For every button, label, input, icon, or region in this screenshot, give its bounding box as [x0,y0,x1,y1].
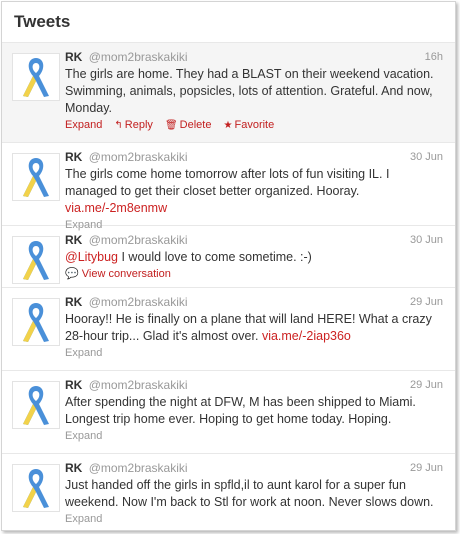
star-icon: ★ [223,120,233,131]
delete-button[interactable]: 🗑 Delete [165,119,212,131]
tweet-actions: Expand [65,346,443,361]
awareness-ribbon-icon [23,241,49,280]
tweet-time[interactable]: 30 Jun [410,149,443,165]
tweet-actions: 💬 View conversation [65,267,443,282]
tweets-panel: Tweets RK @mom2braskakiki 16h The girls … [1,1,456,531]
awareness-ribbon-icon [23,386,49,425]
tweet-actions: Expand [65,429,443,444]
avatar[interactable] [12,53,60,101]
tweet-meta: RK @mom2braskakiki [65,377,443,393]
author-name[interactable]: RK [65,378,82,392]
awareness-ribbon-icon [23,158,49,197]
tweet-text: Just handed off the girls in spfld,il to… [65,478,434,509]
tweet-item[interactable]: RK @mom2braskakiki 30 Jun @Litybug I wou… [2,226,455,288]
tweet-actions: Expand ↰ Reply 🗑 Delete ★ Favorite [65,118,443,133]
expand-link[interactable]: Expand [65,347,102,359]
author-name[interactable]: RK [65,295,82,309]
tweet-text: The girls are home. They had a BLAST on … [65,67,434,115]
reply-button[interactable]: ↰ Reply [114,119,153,131]
tweet-meta: RK @mom2braskakiki [65,49,443,65]
favorite-button[interactable]: ★ Favorite [224,119,275,131]
tweet-meta: RK @mom2braskakiki [65,294,443,310]
author-handle[interactable]: @mom2braskakiki [89,233,188,247]
expand-link[interactable]: Expand [65,119,102,131]
tweet-text: After spending the night at DFW, M has b… [65,395,416,426]
mention-link[interactable]: @Litybug [65,250,118,264]
tweet-time[interactable]: 29 Jun [410,377,443,393]
author-name[interactable]: RK [65,233,82,247]
avatar[interactable] [12,153,60,201]
tweet-link[interactable]: via.me/-2m8enmw [65,201,167,215]
awareness-ribbon-icon [23,303,49,342]
author-handle[interactable]: @mom2braskakiki [89,461,188,475]
speech-bubble-icon: 💬 [65,268,79,280]
tweet-text: Hooray!! He is finally on a plane that w… [65,312,432,343]
author-handle[interactable]: @mom2braskakiki [89,50,188,64]
tweet-time[interactable]: 29 Jun [410,294,443,310]
author-name[interactable]: RK [65,461,82,475]
author-handle[interactable]: @mom2braskakiki [89,295,188,309]
tweet-time[interactable]: 30 Jun [410,232,443,248]
awareness-ribbon-icon [23,58,49,97]
author-handle[interactable]: @mom2braskakiki [89,378,188,392]
avatar[interactable] [12,236,60,284]
view-conversation-link[interactable]: 💬 View conversation [65,268,171,280]
author-name[interactable]: RK [65,150,82,164]
trash-icon: 🗑 [164,120,178,131]
expand-link[interactable]: Expand [65,513,102,525]
tweet-time[interactable]: 16h [425,49,443,65]
tweet-text: The girls come home tomorrow after lots … [65,167,390,215]
tweet-link[interactable]: via.me/-2iap36o [262,329,351,343]
avatar[interactable] [12,381,60,429]
panel-title: Tweets [2,2,455,43]
author-handle[interactable]: @mom2braskakiki [89,150,188,164]
tweet-item[interactable]: RK @mom2braskakiki 16h The girls are hom… [2,43,455,143]
tweet-actions: Expand [65,512,443,527]
author-name[interactable]: RK [65,50,82,64]
tweet-item[interactable]: RK @mom2braskakiki 30 Jun The girls come… [2,143,455,231]
tweet-text: @Litybug I would love to come sometime. … [65,250,312,264]
tweet-meta: RK @mom2braskakiki [65,460,443,476]
tweet-meta: RK @mom2braskakiki [65,149,443,165]
tweet-item[interactable]: RK @mom2braskakiki 29 Jun After spending… [2,371,455,454]
tweet-time[interactable]: 29 Jun [410,460,443,476]
tweet-item[interactable]: RK @mom2braskakiki 29 Jun Just handed of… [2,454,455,530]
awareness-ribbon-icon [23,469,49,508]
reply-icon: ↰ [114,120,123,131]
avatar[interactable] [12,298,60,346]
tweet-meta: RK @mom2braskakiki [65,232,443,248]
avatar[interactable] [12,464,60,512]
expand-link[interactable]: Expand [65,430,102,442]
tweet-item[interactable]: RK @mom2braskakiki 29 Jun Hooray!! He is… [2,288,455,371]
